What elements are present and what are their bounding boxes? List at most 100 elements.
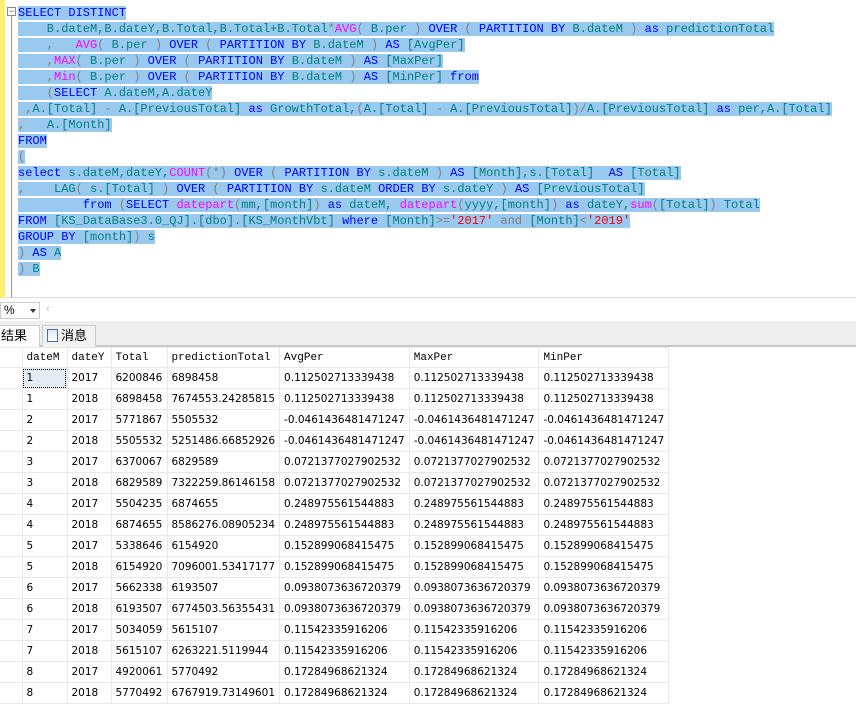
cell-MinPer[interactable]: 0.248975561544883 xyxy=(538,493,670,515)
cell-dateY[interactable]: 2017 xyxy=(66,577,112,599)
code-line[interactable]: B.dateM,B.dateY,B.Total,B.Total+B.Total*… xyxy=(18,21,832,37)
cell-dateY[interactable]: 2017 xyxy=(66,535,112,557)
row-header[interactable] xyxy=(0,598,23,620)
cell-dateM[interactable]: 5 xyxy=(21,556,68,578)
cell-predictionTotal[interactable]: 6898458 xyxy=(166,367,281,389)
cell-dateY[interactable]: 2017 xyxy=(66,661,112,683)
cell-MaxPer[interactable]: 0.17284968621324 xyxy=(408,661,540,683)
cell-Total[interactable]: 6874655 xyxy=(110,514,168,536)
cell-MinPer[interactable]: -0.0461436481471247 xyxy=(538,409,670,431)
cell-AvgPer[interactable]: 0.0721377027902532 xyxy=(279,451,410,473)
cell-MaxPer[interactable]: 0.11542335916206 xyxy=(408,619,540,641)
code-line[interactable]: , AVG( B.per ) OVER ( PARTITION BY B.dat… xyxy=(18,37,832,53)
cell-Total[interactable]: 6370067 xyxy=(110,451,168,473)
code-line[interactable]: ) AS A xyxy=(18,245,832,261)
cell-predictionTotal[interactable]: 8586276.08905234 xyxy=(166,514,281,536)
table-row[interactable]: 6 2017 5662338 6193507 0.0938073636720379 0.0… xyxy=(0,577,670,599)
cell-MaxPer[interactable]: 0.0938073636720379 xyxy=(408,598,540,620)
cell-AvgPer[interactable]: 0.11542335916206 xyxy=(279,640,410,662)
cell-dateM[interactable]: 2 xyxy=(21,430,68,452)
cell-MinPer[interactable]: -0.0461436481471247 xyxy=(538,430,670,452)
cell-Total[interactable]: 6898458 xyxy=(110,388,168,410)
row-header[interactable] xyxy=(0,577,23,599)
cell-predictionTotal[interactable]: 6774503.56355431 xyxy=(166,598,281,620)
cell-MaxPer[interactable]: 0.0721377027902532 xyxy=(408,472,540,494)
cell-dateY[interactable]: 2018 xyxy=(66,472,112,494)
cell-dateY[interactable]: 2018 xyxy=(66,556,112,578)
table-row[interactable]: 3 2017 6370067 6829589 0.0721377027902532 0.0… xyxy=(0,451,670,473)
code-line[interactable]: FROM [KS_DataBase3.0_QJ].[dbo].[KS_Month… xyxy=(18,213,832,229)
cell-Total[interactable]: 5338646 xyxy=(110,535,168,557)
cell-Total[interactable]: 5770492 xyxy=(110,682,168,704)
row-header[interactable] xyxy=(0,409,23,431)
cell-dateM[interactable]: 4 xyxy=(21,514,68,536)
cell-AvgPer[interactable]: 0.248975561544883 xyxy=(279,514,410,536)
row-header[interactable] xyxy=(0,430,23,452)
cell-predictionTotal[interactable]: 7674553.24285815 xyxy=(166,388,281,410)
row-header[interactable] xyxy=(0,451,23,473)
column-header-AvgPer[interactable]: AvgPer xyxy=(279,347,410,368)
cell-dateM[interactable]: 1 xyxy=(21,367,68,389)
cell-predictionTotal[interactable]: 6154920 xyxy=(166,535,281,557)
row-header[interactable] xyxy=(0,661,23,683)
scroll-left-icon[interactable]: ‹ xyxy=(46,303,50,315)
cell-predictionTotal[interactable]: 6263221.5119944 xyxy=(166,640,281,662)
cell-dateY[interactable]: 2017 xyxy=(66,367,112,389)
cell-MinPer[interactable]: 0.152899068415475 xyxy=(538,556,670,578)
cell-MinPer[interactable]: 0.112502713339438 xyxy=(538,367,670,389)
cell-predictionTotal[interactable]: 7096001.53417177 xyxy=(166,556,281,578)
cell-MaxPer[interactable]: 0.17284968621324 xyxy=(408,682,540,704)
cell-MaxPer[interactable]: 0.248975561544883 xyxy=(408,514,540,536)
code-line[interactable]: FROM xyxy=(18,133,832,149)
table-row[interactable]: 5 2017 5338646 6154920 0.152899068415475 0.15… xyxy=(0,535,670,557)
zoom-dropdown[interactable]: % xyxy=(0,302,40,319)
cell-Total[interactable]: 4920061 xyxy=(110,661,168,683)
cell-Total[interactable]: 5771867 xyxy=(110,409,168,431)
cell-dateY[interactable]: 2017 xyxy=(66,619,112,641)
row-header[interactable] xyxy=(0,493,23,515)
cell-Total[interactable]: 5504235 xyxy=(110,493,168,515)
column-header-dateY[interactable]: dateY xyxy=(66,347,112,368)
cell-Total[interactable]: 6154920 xyxy=(110,556,168,578)
row-header[interactable] xyxy=(0,682,23,704)
cell-MaxPer[interactable]: -0.0461436481471247 xyxy=(408,409,540,431)
cell-dateM[interactable]: 5 xyxy=(21,535,68,557)
column-header-Total[interactable]: Total xyxy=(110,347,168,368)
cell-MaxPer[interactable]: 0.0721377027902532 xyxy=(408,451,540,473)
cell-predictionTotal[interactable]: 5770492 xyxy=(166,661,281,683)
sql-code[interactable]: SELECT DISTINCT B.dateM,B.dateY,B.Total,… xyxy=(18,5,832,277)
row-header[interactable] xyxy=(0,514,23,536)
cell-MinPer[interactable]: 0.17284968621324 xyxy=(538,682,670,704)
cell-dateM[interactable]: 3 xyxy=(21,451,68,473)
cell-AvgPer[interactable]: 0.112502713339438 xyxy=(279,388,410,410)
column-header-MaxPer[interactable]: MaxPer xyxy=(408,347,540,368)
cell-MaxPer[interactable]: -0.0461436481471247 xyxy=(408,430,540,452)
cell-AvgPer[interactable]: 0.11542335916206 xyxy=(279,619,410,641)
row-header[interactable] xyxy=(0,367,23,389)
table-row[interactable]: 7 2017 5034059 5615107 0.11542335916206 0.115… xyxy=(0,619,670,641)
cell-predictionTotal[interactable]: 6874655 xyxy=(166,493,281,515)
cell-MinPer[interactable]: 0.17284968621324 xyxy=(538,661,670,683)
cell-AvgPer[interactable]: 0.0938073636720379 xyxy=(279,577,410,599)
cell-MinPer[interactable]: 0.0938073636720379 xyxy=(538,598,670,620)
cell-MaxPer[interactable]: 0.152899068415475 xyxy=(408,535,540,557)
code-line[interactable]: SELECT DISTINCT xyxy=(18,5,832,21)
cell-dateY[interactable]: 2018 xyxy=(66,430,112,452)
cell-MaxPer[interactable]: 0.152899068415475 xyxy=(408,556,540,578)
cell-dateM[interactable]: 6 xyxy=(21,598,68,620)
code-line[interactable]: ,Min( B.per ) OVER ( PARTITION BY B.date… xyxy=(18,69,832,85)
table-row[interactable]: 3 2018 6829589 7322259.86146158 0.0721377027… xyxy=(0,472,670,494)
cell-Total[interactable]: 5615107 xyxy=(110,640,168,662)
cell-AvgPer[interactable]: 0.0721377027902532 xyxy=(279,472,410,494)
table-row[interactable]: 4 2017 5504235 6874655 0.248975561544883 0.24… xyxy=(0,493,670,515)
cell-MinPer[interactable]: 0.152899068415475 xyxy=(538,535,670,557)
cell-Total[interactable]: 5034059 xyxy=(110,619,168,641)
cell-predictionTotal[interactable]: 6767919.73149601 xyxy=(166,682,281,704)
cell-predictionTotal[interactable]: 5615107 xyxy=(166,619,281,641)
cell-dateM[interactable]: 8 xyxy=(21,682,68,704)
code-line[interactable]: ) B xyxy=(18,261,832,277)
cell-AvgPer[interactable]: 0.0938073636720379 xyxy=(279,598,410,620)
cell-dateM[interactable]: 2 xyxy=(21,409,68,431)
cell-AvgPer[interactable]: 0.248975561544883 xyxy=(279,493,410,515)
cell-dateM[interactable]: 7 xyxy=(21,640,68,662)
